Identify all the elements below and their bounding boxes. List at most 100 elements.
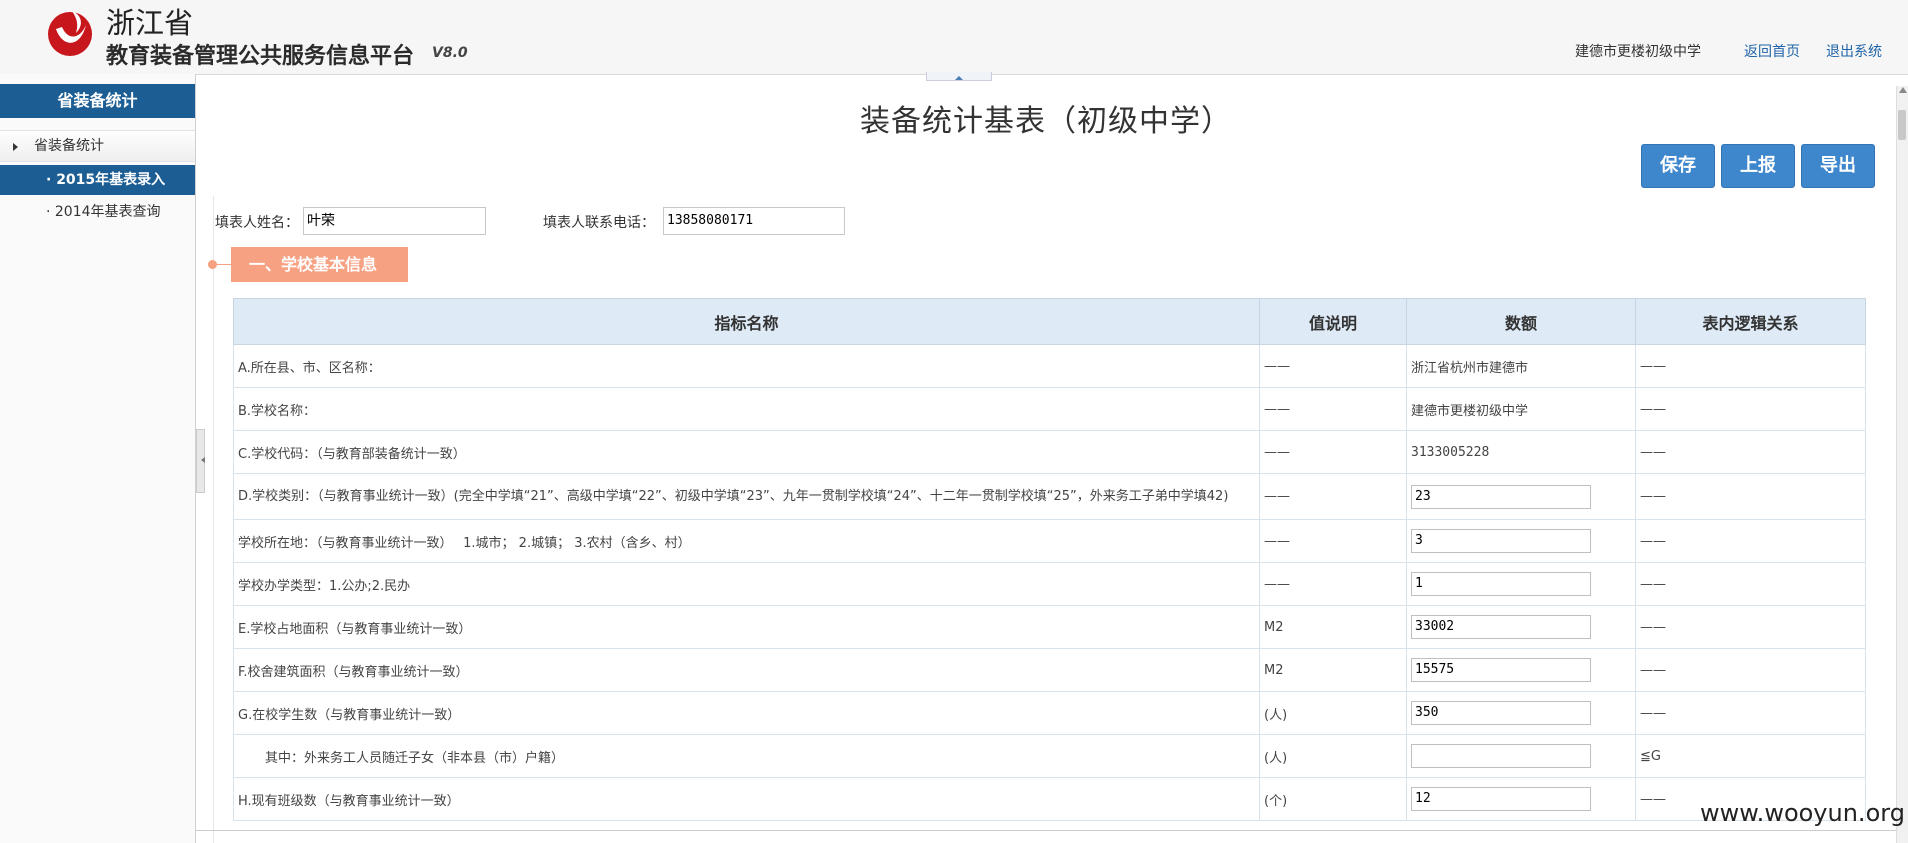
logic-relation-cell: —— xyxy=(1635,473,1866,520)
filler-phone-input[interactable] xyxy=(663,207,845,235)
indicator-name-cell: E.学校占地面积（与教育事业统计一致） xyxy=(233,605,1260,649)
column-header-amount: 数额 xyxy=(1406,298,1636,345)
indicator-name-cell: A.所在县、市、区名称： xyxy=(233,344,1260,388)
value-description-cell: —— xyxy=(1259,344,1407,388)
amount-cell xyxy=(1406,473,1636,520)
amount-cell: 浙江省杭州市建德市 xyxy=(1406,344,1636,388)
logic-relation-cell: —— xyxy=(1635,387,1866,431)
table-header-row: 指标名称 值说明 数额 表内逻辑关系 xyxy=(233,298,1866,345)
value-description-cell: —— xyxy=(1259,562,1407,606)
logic-relation-cell: —— xyxy=(1635,648,1866,692)
statistics-table: 指标名称 值说明 数额 表内逻辑关系 A.所在县、市、区名称： —— 浙江省杭州市建… xyxy=(233,298,1866,821)
section-connector xyxy=(217,264,231,265)
amount-cell: 3133005228 xyxy=(1406,430,1636,474)
home-link[interactable]: 返回首页 xyxy=(1744,41,1800,61)
filler-name-label: 填表人姓名： xyxy=(215,215,299,231)
value-description-cell: M2 xyxy=(1259,648,1407,692)
amount-cell xyxy=(1406,648,1636,692)
amount-input[interactable] xyxy=(1411,572,1591,596)
logo-icon xyxy=(48,11,92,56)
value-description-cell: (人) xyxy=(1259,691,1407,735)
logout-link[interactable]: 退出系统 xyxy=(1826,41,1882,61)
table-row: F.校舍建筑面积（与教育事业统计一致）M2 —— xyxy=(233,648,1866,692)
save-button[interactable]: 保存 xyxy=(1641,144,1715,188)
brand-platform-name: 教育装备管理公共服务信息平台 xyxy=(106,44,415,69)
content-guide-line xyxy=(213,196,214,843)
amount-cell xyxy=(1406,519,1636,563)
filler-phone-label: 填表人联系电话： xyxy=(543,215,655,231)
amount-cell xyxy=(1406,777,1636,821)
amount-input[interactable] xyxy=(1411,744,1591,768)
table-row: B.学校名称： —— 建德市更楼初级中学 —— xyxy=(233,387,1866,431)
indicator-name-cell: C.学校代码：（与教育部装备统计一致） xyxy=(233,430,1260,474)
sidebar-collapse-handle[interactable] xyxy=(196,429,205,493)
sidebar-item-label: · 2014年基表查询 xyxy=(46,204,161,220)
table-row: A.所在县、市、区名称： —— 浙江省杭州市建德市 —— xyxy=(233,344,1866,388)
amount-cell xyxy=(1406,562,1636,606)
indicator-name-cell: G.在校学生数（与教育事业统计一致） xyxy=(233,691,1260,735)
section-title: 一、学校基本信息 xyxy=(231,247,408,282)
amount-input[interactable] xyxy=(1411,701,1591,725)
logic-relation-cell: —— xyxy=(1635,562,1866,606)
amount-input[interactable] xyxy=(1411,615,1591,639)
table-bottom-border xyxy=(196,830,1896,831)
amount-input[interactable] xyxy=(1411,787,1591,811)
report-button[interactable]: 上报 xyxy=(1721,144,1795,188)
value-description-cell: —— xyxy=(1259,430,1407,474)
column-header-logic: 表内逻辑关系 xyxy=(1635,298,1866,345)
table-row: E.学校占地面积（与教育事业统计一致）M2 —— xyxy=(233,605,1866,649)
logic-relation-cell: —— xyxy=(1635,605,1866,649)
value-description-cell: —— xyxy=(1259,519,1407,563)
value-description-cell: (个) xyxy=(1259,777,1407,821)
amount-input[interactable] xyxy=(1411,658,1591,682)
table-row: G.在校学生数（与教育事业统计一致）(人) —— xyxy=(233,691,1866,735)
sidebar: 省装备统计 省装备统计 · 2015年基表录入 · 2014年基表查询 xyxy=(0,74,196,843)
amount-cell xyxy=(1406,691,1636,735)
value-description-cell: (人) xyxy=(1259,734,1407,778)
sidebar-item-label: · 2015年基表录入 xyxy=(46,172,166,188)
export-button[interactable]: 导出 xyxy=(1801,144,1875,188)
logic-relation-cell: —— xyxy=(1635,344,1866,388)
table-row: H.现有班级数（与教育事业统计一致）(个)—— xyxy=(233,777,1866,821)
indicator-name-cell: 其中：外来务工人员随迁子女（非本县（市）户籍） xyxy=(233,734,1260,778)
section-bullet-icon xyxy=(208,260,217,269)
value-description-cell: —— xyxy=(1259,387,1407,431)
sidebar-item-2015-entry[interactable]: · 2015年基表录入 xyxy=(0,165,195,195)
value-description-cell: —— xyxy=(1259,473,1407,520)
page-title: 装备统计基表（初级中学） xyxy=(860,104,1232,139)
current-school-name: 建德市更楼初级中学 xyxy=(1575,44,1701,60)
table-row: 其中：外来务工人员随迁子女（非本县（市）户籍） (人) ≦G xyxy=(233,734,1866,778)
brand-version: V8.0 xyxy=(432,45,468,61)
sidebar-item-2014-query[interactable]: · 2014年基表查询 xyxy=(0,197,195,227)
indicator-name-cell: H.现有班级数（与教育事业统计一致） xyxy=(233,777,1260,821)
indicator-name-cell: B.学校名称： xyxy=(233,387,1260,431)
logic-relation-cell: —— xyxy=(1635,691,1866,735)
amount-input[interactable] xyxy=(1411,529,1591,553)
sidebar-group-equipment-stats[interactable]: 省装备统计 xyxy=(0,130,195,162)
indicator-name-cell: 学校所在地：（与教育事业统计一致） 1.城市； 2.城镇； 3.农村（含乡、村） xyxy=(233,519,1260,563)
indicator-name-cell: F.校舍建筑面积（与教育事业统计一致） xyxy=(233,648,1260,692)
logic-relation-cell: ≦G xyxy=(1635,734,1866,778)
scroll-up-arrow-icon[interactable] xyxy=(1899,87,1907,93)
table-row: C.学校代码：（与教育部装备统计一致） —— 3133005228 —— xyxy=(233,430,1866,474)
sidebar-title: 省装备统计 xyxy=(0,84,195,118)
amount-cell xyxy=(1406,734,1636,778)
indicator-name-cell: D.学校类别：（与教育事业统计一致）(完全中学填“21”、高级中学填“22”、初… xyxy=(233,473,1260,520)
sidebar-group-label: 省装备统计 xyxy=(34,138,104,154)
table-row: 学校所在地：（与教育事业统计一致） 1.城市； 2.城镇； 3.农村（含乡、村）… xyxy=(233,519,1866,563)
scrollbar-thumb[interactable] xyxy=(1898,110,1906,140)
amount-input[interactable] xyxy=(1411,484,1591,509)
top-header: 浙江省 教育装备管理公共服务信息平台 V8.0 建德市更楼初级中学 返回首页 退… xyxy=(0,0,1908,75)
filler-name-input[interactable] xyxy=(303,207,486,235)
logic-relation-cell: —— xyxy=(1635,430,1866,474)
column-header-description: 值说明 xyxy=(1259,298,1407,345)
header-collapse-tab[interactable] xyxy=(926,72,992,81)
watermark: www.wooyun.org xyxy=(1700,799,1905,827)
indicator-name-cell: 学校办学类型：1.公办;2.民办 xyxy=(233,562,1260,606)
triangle-right-icon xyxy=(13,143,18,151)
logic-relation-cell: —— xyxy=(1635,519,1866,563)
table-row: D.学校类别：（与教育事业统计一致）(完全中学填“21”、高级中学填“22”、初… xyxy=(233,473,1866,520)
value-description-cell: M2 xyxy=(1259,605,1407,649)
vertical-scrollbar[interactable] xyxy=(1896,86,1908,843)
brand-province: 浙江省 xyxy=(106,6,194,40)
